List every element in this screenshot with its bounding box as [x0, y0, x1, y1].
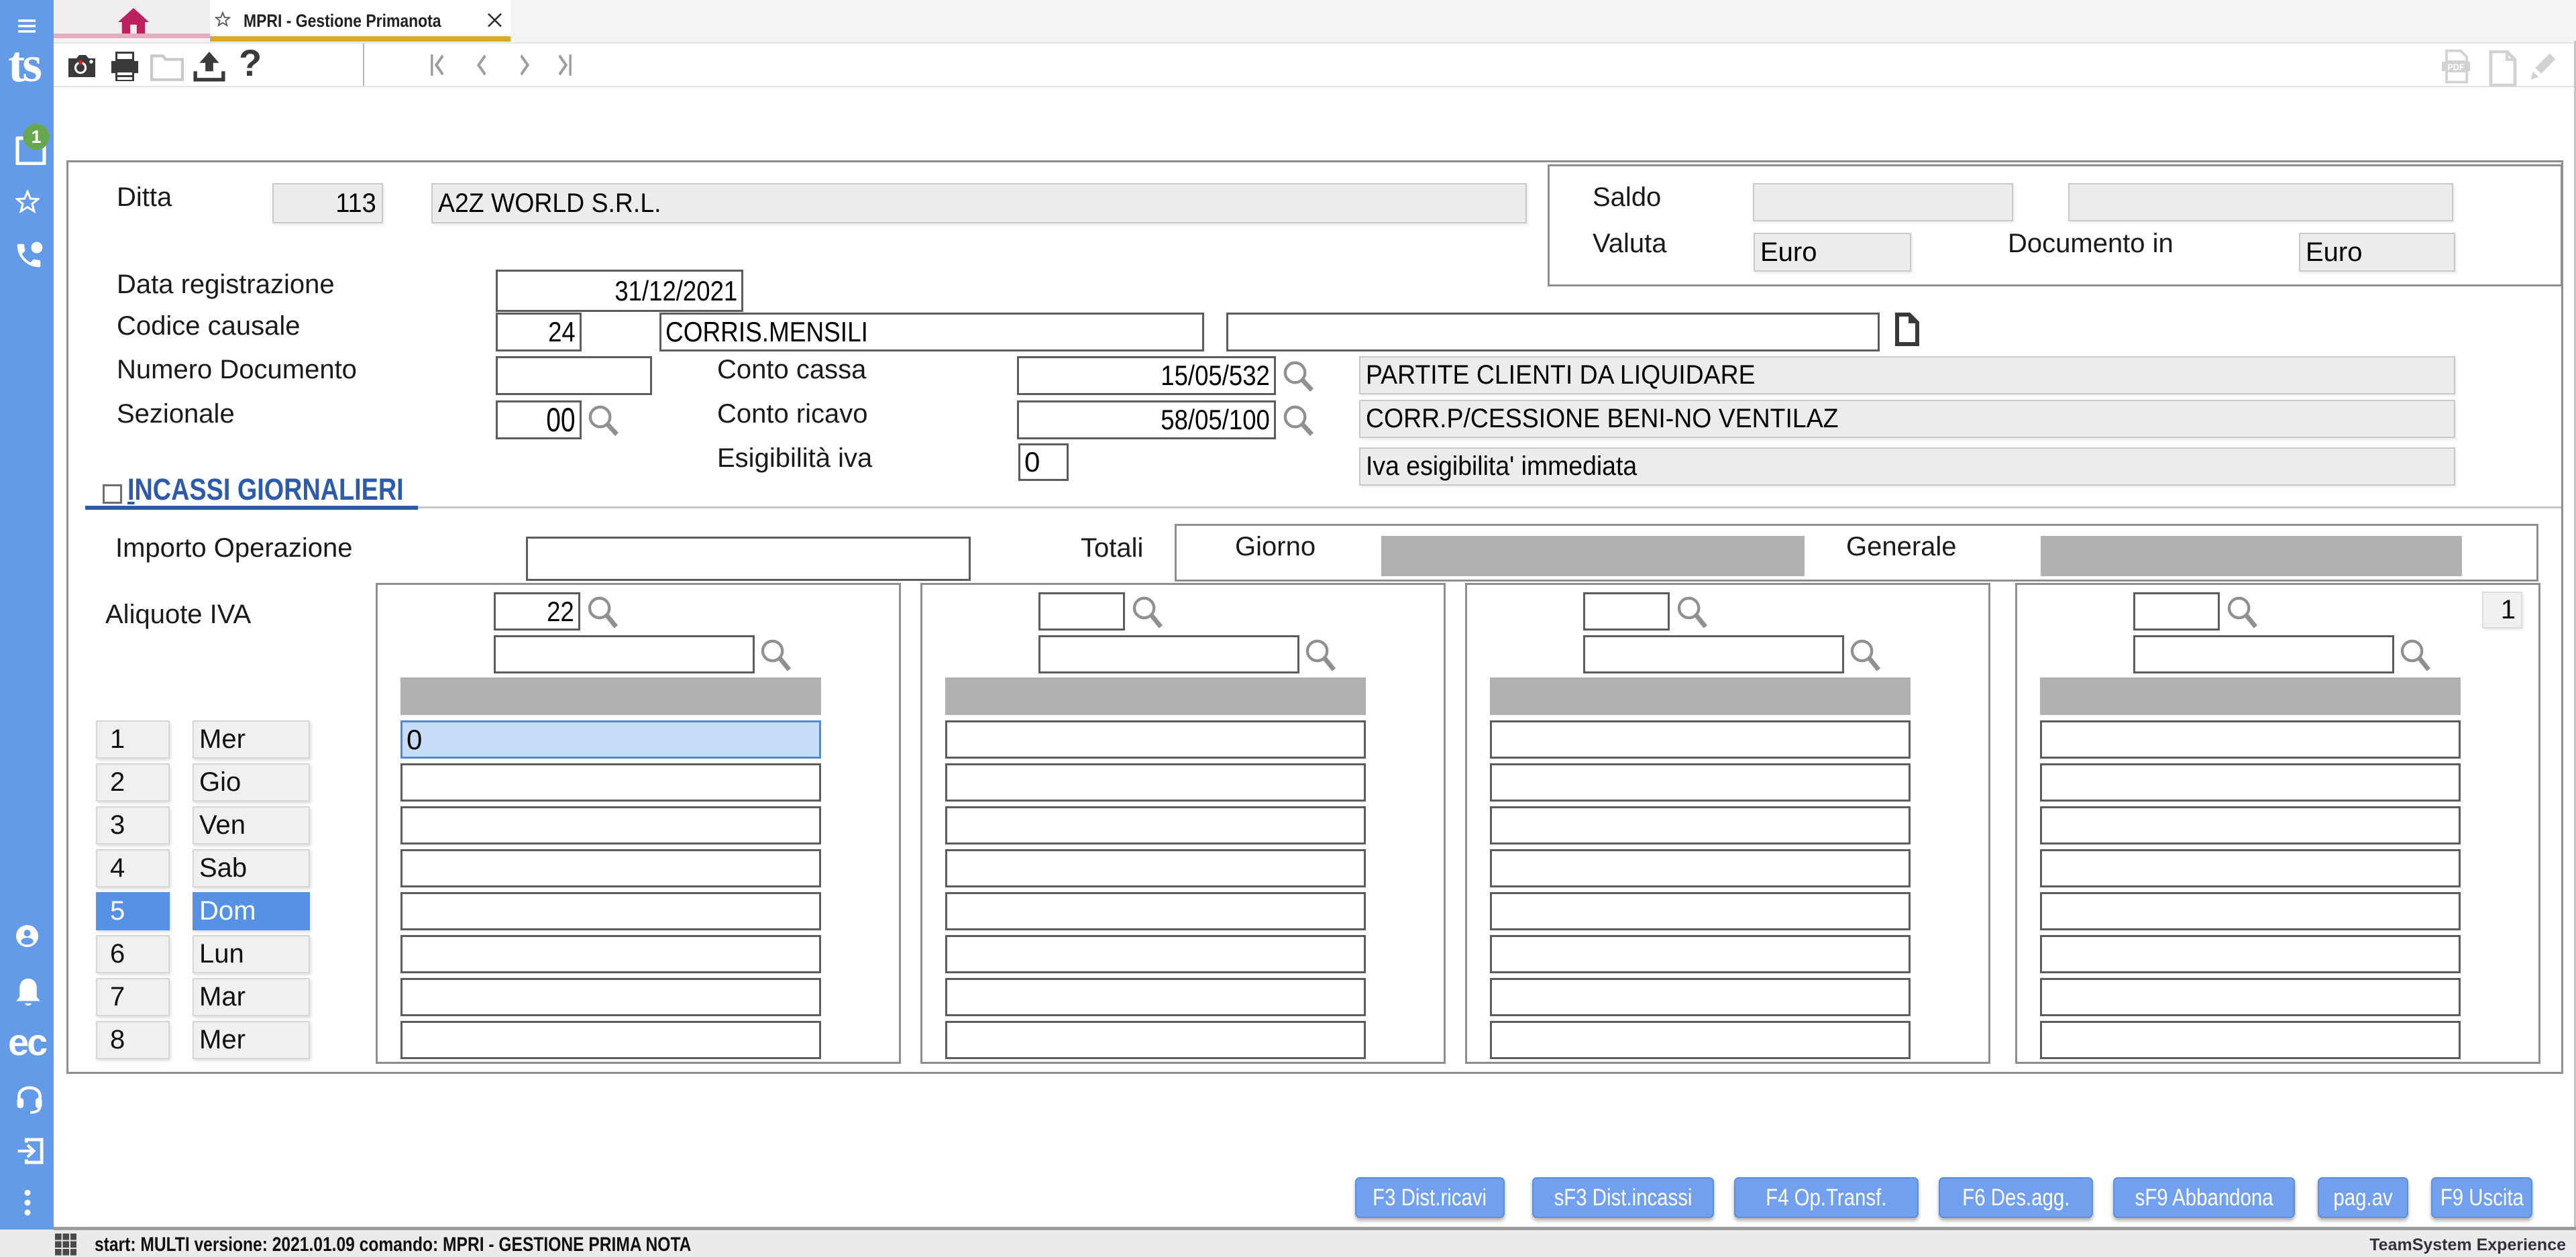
svg-text:PDF: PDF: [2447, 62, 2464, 72]
svg-text:1: 1: [31, 127, 41, 147]
